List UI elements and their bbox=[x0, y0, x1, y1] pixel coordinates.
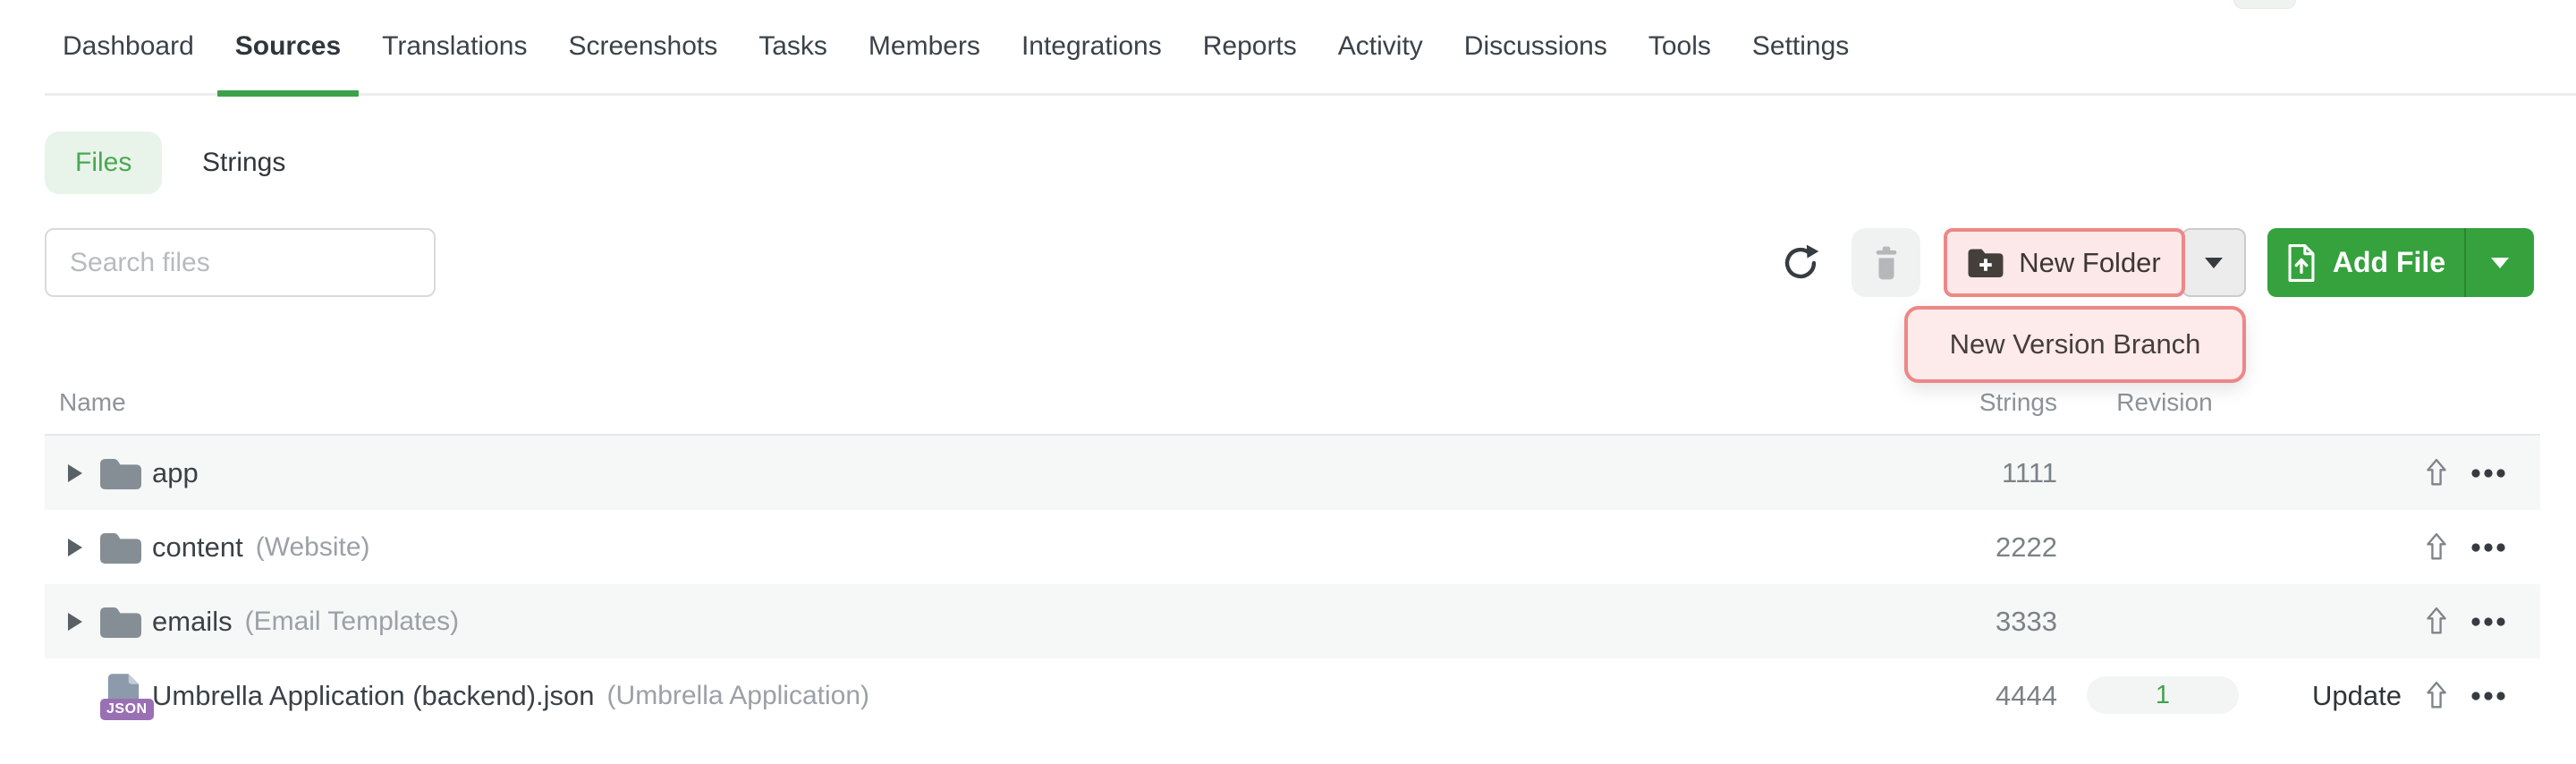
json-file-icon: JSON bbox=[100, 672, 141, 720]
file-note: (Website) bbox=[256, 532, 370, 563]
nav-item-tools[interactable]: Tools bbox=[1648, 30, 1711, 63]
table-row-folder-emails[interactable]: emails (Email Templates) 3333 bbox=[45, 584, 2540, 658]
json-badge: JSON bbox=[100, 699, 154, 720]
table-row-file-umbrella-json[interactable]: JSON Umbrella Application (backend).json… bbox=[45, 658, 2540, 733]
tab-files[interactable]: Files bbox=[45, 132, 162, 194]
file-upload-icon bbox=[2286, 243, 2317, 283]
strings-count: 2222 bbox=[1834, 531, 2057, 564]
column-header-name: Name bbox=[59, 388, 126, 417]
search-input[interactable] bbox=[45, 228, 436, 297]
more-actions-icon[interactable] bbox=[2470, 691, 2510, 701]
strings-count: 1111 bbox=[1834, 457, 2057, 489]
file-name: Umbrella Application (backend).json bbox=[152, 680, 595, 712]
column-header-revision: Revision bbox=[2100, 388, 2229, 417]
folder-icon bbox=[100, 531, 141, 564]
new-folder-label: New Folder bbox=[2019, 247, 2161, 279]
more-actions-icon[interactable] bbox=[2470, 468, 2510, 479]
table-row-folder-content[interactable]: content (Website) 2222 bbox=[45, 510, 2540, 584]
nav-item-discussions[interactable]: Discussions bbox=[1464, 30, 1607, 63]
upload-icon[interactable] bbox=[2426, 458, 2447, 487]
expand-caret-icon[interactable] bbox=[68, 539, 82, 556]
strings-count: 3333 bbox=[1834, 606, 2057, 638]
new-version-branch-menu-item[interactable]: New Version Branch bbox=[1904, 306, 2246, 383]
refresh-icon bbox=[1780, 242, 1821, 284]
add-file-dropdown-toggle[interactable] bbox=[2466, 228, 2534, 297]
file-name: emails bbox=[152, 606, 233, 638]
update-link[interactable]: Update bbox=[2263, 680, 2402, 712]
file-note: (Umbrella Application) bbox=[607, 681, 869, 711]
nav-item-sources[interactable]: Sources bbox=[235, 30, 341, 63]
trash-icon bbox=[1871, 245, 1902, 281]
nav-item-settings[interactable]: Settings bbox=[1752, 30, 1849, 63]
column-header-strings: Strings bbox=[1878, 388, 2057, 417]
strings-count: 4444 bbox=[1834, 680, 2057, 712]
chevron-down-icon bbox=[2205, 258, 2223, 268]
nav-item-reports[interactable]: Reports bbox=[1203, 30, 1297, 63]
add-file-label: Add File bbox=[2333, 246, 2445, 279]
folder-plus-icon bbox=[1968, 248, 2004, 277]
folder-icon bbox=[100, 606, 141, 638]
chevron-down-icon bbox=[2491, 258, 2509, 268]
nav-items: Dashboard Sources Translations Screensho… bbox=[63, 30, 1849, 63]
revision-badge: 1 bbox=[2087, 676, 2239, 714]
more-actions-icon[interactable] bbox=[2470, 616, 2510, 627]
nav-divider bbox=[45, 93, 2576, 96]
new-folder-button[interactable]: New Folder bbox=[1944, 228, 2185, 297]
expand-caret-icon[interactable] bbox=[68, 613, 82, 631]
nav-item-integrations[interactable]: Integrations bbox=[1021, 30, 1162, 63]
tab-strings[interactable]: Strings bbox=[202, 132, 285, 194]
file-note: (Email Templates) bbox=[245, 607, 460, 637]
file-table: app 1111 content (Website) 2222 bbox=[45, 436, 2540, 733]
new-folder-dropdown-toggle[interactable] bbox=[2182, 228, 2246, 297]
add-file-main[interactable]: Add File bbox=[2267, 228, 2464, 297]
nav-item-members[interactable]: Members bbox=[869, 30, 980, 63]
file-name: content bbox=[152, 531, 243, 564]
refresh-button[interactable] bbox=[1780, 242, 1821, 284]
upload-icon[interactable] bbox=[2426, 532, 2447, 561]
project-nav: Dashboard Sources Translations Screensho… bbox=[0, 0, 2576, 97]
nav-item-activity[interactable]: Activity bbox=[1338, 30, 1423, 63]
nav-item-screenshots[interactable]: Screenshots bbox=[568, 30, 717, 63]
upload-icon[interactable] bbox=[2426, 681, 2447, 709]
folder-icon bbox=[100, 457, 141, 489]
table-row-folder-app[interactable]: app 1111 bbox=[45, 436, 2540, 510]
nav-item-translations[interactable]: Translations bbox=[382, 30, 527, 63]
delete-button[interactable] bbox=[1852, 228, 1920, 297]
file-name: app bbox=[152, 457, 199, 489]
upload-icon[interactable] bbox=[2426, 607, 2447, 635]
nav-item-dashboard[interactable]: Dashboard bbox=[63, 30, 194, 63]
add-file-button[interactable]: Add File bbox=[2267, 228, 2534, 297]
nav-item-tasks[interactable]: Tasks bbox=[758, 30, 827, 63]
sources-page: Dashboard Sources Translations Screensho… bbox=[0, 0, 2576, 764]
expand-caret-icon[interactable] bbox=[68, 464, 82, 482]
more-actions-icon[interactable] bbox=[2470, 542, 2510, 553]
